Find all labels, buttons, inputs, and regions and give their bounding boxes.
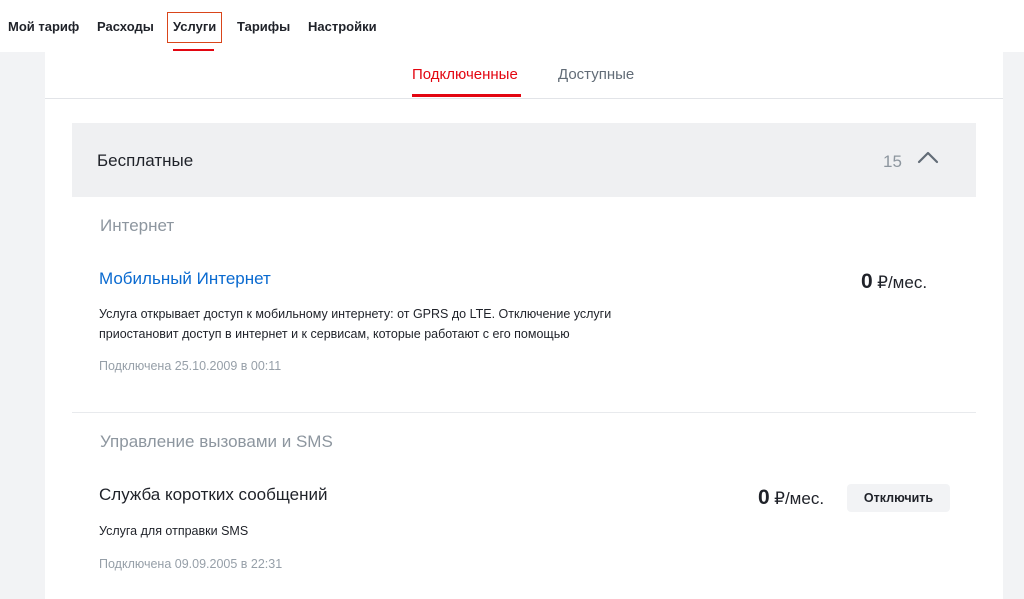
service-name-mobile-internet[interactable]: Мобильный Интернет [99, 269, 271, 289]
nav-item-services[interactable]: Услуги [167, 12, 223, 43]
disable-service-button[interactable]: Отключить [847, 484, 950, 512]
section-title-calls-sms: Управление вызовами и SMS [100, 432, 333, 451]
group-header-free[interactable]: Бесплатные 15 [72, 123, 976, 197]
service-connected-date: Подключена 09.09.2005 в 22:31 [99, 557, 283, 571]
nav-item-expenses[interactable]: Расходы [97, 19, 154, 34]
service-name-sms: Служба коротких сообщений [99, 485, 328, 504]
tab-connected[interactable]: Подключенные [412, 66, 518, 83]
price-unit: ₽/мес. [877, 273, 928, 292]
nav-active-indicator [173, 49, 214, 51]
chevron-up-icon[interactable] [917, 149, 939, 165]
group-title: Бесплатные [97, 151, 194, 170]
service-price: 0 ₽/мес. [758, 486, 824, 510]
price-amount: 0 [758, 486, 770, 509]
group-count: 15 [883, 152, 902, 171]
service-description: Услуга для отправки SMS [99, 524, 249, 538]
price-unit: ₽/мес. [774, 489, 825, 508]
nav-item-settings[interactable]: Настройки [308, 19, 377, 34]
price-amount: 0 [861, 270, 873, 293]
section-divider [72, 412, 976, 413]
nav-item-my-tariff[interactable]: Мой тариф [8, 19, 79, 34]
tab-available[interactable]: Доступные [558, 66, 634, 83]
nav-item-tariffs[interactable]: Тарифы [237, 19, 290, 34]
section-title-internet: Интернет [100, 216, 175, 235]
service-connected-date: Подключена 25.10.2009 в 00:11 [99, 359, 282, 373]
services-card: Подключенные Доступные Бесплатные 15 Инт… [45, 52, 1003, 599]
tab-active-indicator [412, 94, 521, 97]
service-price: 0 ₽/мес. [861, 270, 927, 294]
top-navigation: Мой тариф Расходы Услуги Тарифы Настройк… [0, 0, 1024, 52]
service-description: Услуга открывает доступ к мобильному инт… [99, 307, 612, 341]
services-subtabs: Подключенные Доступные [45, 52, 1003, 99]
